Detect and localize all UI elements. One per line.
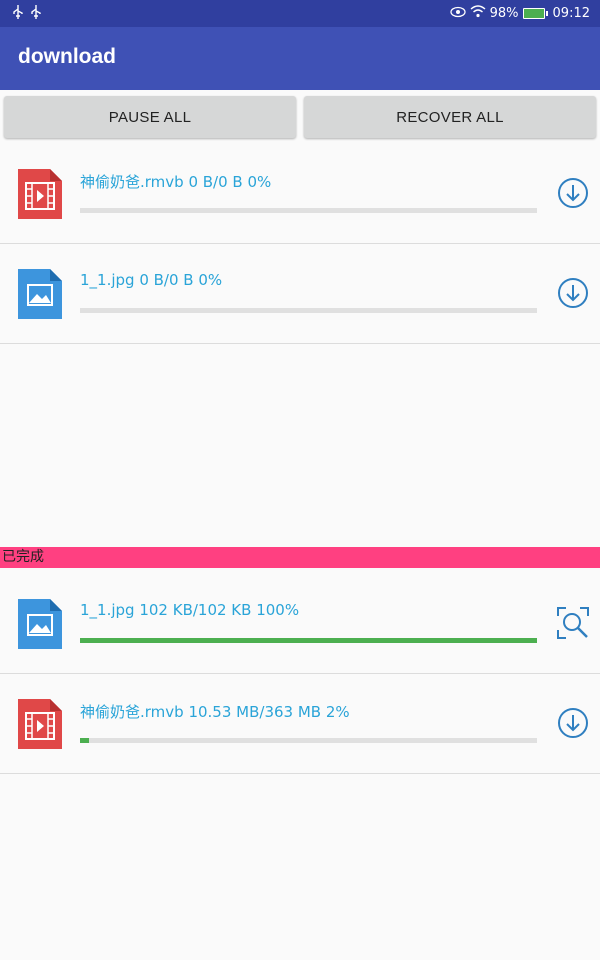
status-bar: 98% 09:12	[0, 0, 600, 27]
download-icon[interactable]	[556, 176, 590, 210]
view-icon[interactable]	[556, 606, 590, 640]
download-icon[interactable]	[556, 276, 590, 310]
battery-percent: 98%	[489, 6, 519, 21]
progress-bar	[80, 638, 537, 643]
download-icon[interactable]	[556, 706, 590, 740]
image-file-icon	[18, 269, 62, 319]
status-right-icons: 98% 09:12	[449, 5, 590, 22]
progress-bar	[80, 308, 537, 313]
progress-fill	[80, 738, 90, 743]
progress-fill	[80, 638, 537, 643]
progress-bar	[80, 738, 537, 743]
recover-all-button[interactable]: RECOVER ALL	[304, 96, 596, 138]
list-item[interactable]: 1_1.jpg 102 KB/102 KB 100%	[0, 574, 600, 674]
image-file-icon	[18, 599, 62, 649]
clock: 09:12	[552, 6, 590, 21]
list-item[interactable]: 1_1.jpg 0 B/0 B 0%	[0, 244, 600, 344]
file-title: 神偷奶爸.rmvb 0 B/0 B 0%	[80, 173, 272, 191]
wifi-icon	[470, 5, 486, 22]
video-file-icon	[18, 169, 62, 219]
progress-bar	[80, 208, 537, 213]
list-item[interactable]: 神偷奶爸.rmvb 10.53 MB/363 MB 2%	[0, 674, 600, 774]
usb-icon	[12, 5, 24, 23]
battery-icon	[522, 8, 548, 19]
file-title: 神偷奶爸.rmvb 10.53 MB/363 MB 2%	[80, 703, 350, 721]
status-left-icons	[12, 5, 42, 23]
pause-all-button[interactable]: PAUSE ALL	[4, 96, 296, 138]
app-title: download	[18, 45, 116, 68]
video-file-icon	[18, 699, 62, 749]
file-title: 1_1.jpg 0 B/0 B 0%	[80, 271, 223, 289]
eye-icon	[449, 6, 466, 22]
list-item[interactable]: 神偷奶爸.rmvb 0 B/0 B 0%	[0, 144, 600, 244]
app-bar: download	[0, 27, 600, 90]
completed-section-header: 已完成	[0, 547, 600, 568]
usb-icon	[30, 5, 42, 23]
file-title: 1_1.jpg 102 KB/102 KB 100%	[80, 601, 300, 619]
